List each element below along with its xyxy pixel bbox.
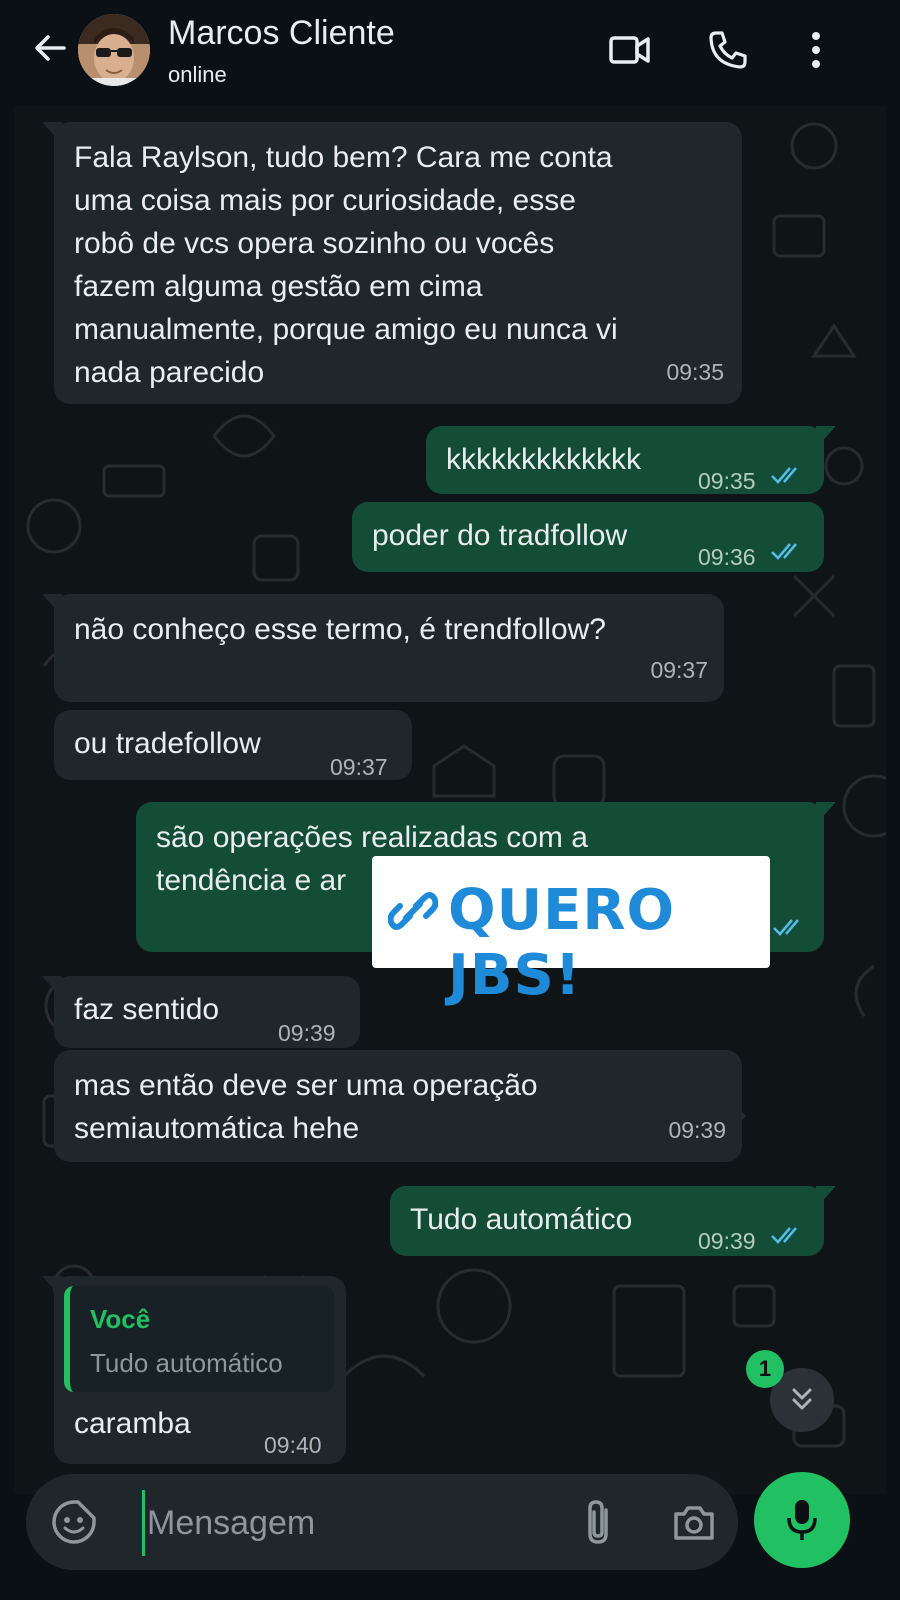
message-outgoing[interactable]: poder do tradfollow 09:36 <box>352 502 824 572</box>
message-text: ou tradefollow <box>74 727 261 760</box>
message-time: 09:37 <box>650 657 708 683</box>
video-call-icon[interactable] <box>606 26 654 74</box>
quoted-author: Você <box>90 1304 151 1334</box>
quoted-message[interactable]: Você Tudo automático <box>64 1286 334 1392</box>
message-incoming-reply[interactable]: Você Tudo automático caramba 09:40 <box>42 1276 346 1464</box>
read-ticks-icon <box>771 467 797 484</box>
back-arrow-icon[interactable] <box>30 28 70 68</box>
message-time: 09:40 <box>264 1432 322 1458</box>
message-incoming[interactable]: faz sentido 09:39 <box>42 976 360 1048</box>
link-icon <box>388 892 438 930</box>
message-time: 09:35 <box>698 468 756 494</box>
voice-call-icon[interactable] <box>704 26 752 74</box>
message-time: 09:37 <box>330 754 388 780</box>
message-text: mas então deve ser uma operação semiauto… <box>74 1069 538 1145</box>
message-incoming[interactable]: ou tradefollow 09:37 <box>54 710 412 780</box>
message-text: não conheço esse termo, é trendfollow? <box>74 613 606 646</box>
double-chevron-down-icon <box>792 1388 812 1410</box>
link-banner[interactable]: QUERO JBS! <box>372 856 770 1008</box>
message-outgoing[interactable]: kkkkkkkkkkkkk 09:35 <box>426 426 836 494</box>
message-time: 09:39 <box>698 1228 756 1254</box>
camera-icon[interactable] <box>670 1498 718 1546</box>
message-incoming[interactable]: mas então deve ser uma operação semiauto… <box>54 1050 742 1162</box>
message-time: 09:39 <box>668 1117 726 1143</box>
message-composer <box>26 1474 738 1570</box>
message-text: Fala Raylson, tudo bem? Cara me conta um… <box>74 141 618 389</box>
contact-status: online <box>168 62 227 87</box>
message-outgoing[interactable]: Tudo automático 09:39 <box>390 1186 836 1256</box>
attach-clip-icon[interactable] <box>578 1496 618 1548</box>
more-options-icon[interactable] <box>792 26 840 74</box>
message-text: caramba <box>74 1407 191 1440</box>
contact-name[interactable]: Marcos Cliente <box>168 14 395 53</box>
emoji-sticker-icon[interactable] <box>50 1498 98 1546</box>
unread-count-badge: 1 <box>746 1350 784 1388</box>
banner-text: QUERO JBS! <box>448 878 676 1008</box>
microphone-button[interactable] <box>754 1472 850 1568</box>
message-time: 09:36 <box>698 544 756 570</box>
microphone-icon <box>787 1500 817 1540</box>
message-input[interactable] <box>142 1490 599 1556</box>
message-text: Tudo automático <box>410 1203 633 1236</box>
message-incoming[interactable]: não conheço esse termo, é trendfollow? 0… <box>42 594 724 702</box>
read-ticks-icon <box>773 919 799 936</box>
contact-avatar[interactable] <box>78 14 150 86</box>
message-time: 09:35 <box>666 359 724 385</box>
message-text: poder do tradfollow <box>372 519 628 552</box>
quoted-text: Tudo automático <box>90 1348 283 1378</box>
chat-header: Marcos Cliente online <box>0 0 900 105</box>
message-incoming[interactable]: Fala Raylson, tudo bem? Cara me conta um… <box>42 122 742 404</box>
avatar-photo <box>78 14 150 86</box>
read-ticks-icon <box>771 543 797 560</box>
read-ticks-icon <box>771 1227 797 1244</box>
message-text: faz sentido <box>74 993 220 1026</box>
chat-area[interactable]: Fala Raylson, tudo bem? Cara me conta um… <box>14 106 886 1494</box>
message-time: 09:39 <box>278 1020 336 1046</box>
message-text: kkkkkkkkkkkkk <box>446 443 641 476</box>
